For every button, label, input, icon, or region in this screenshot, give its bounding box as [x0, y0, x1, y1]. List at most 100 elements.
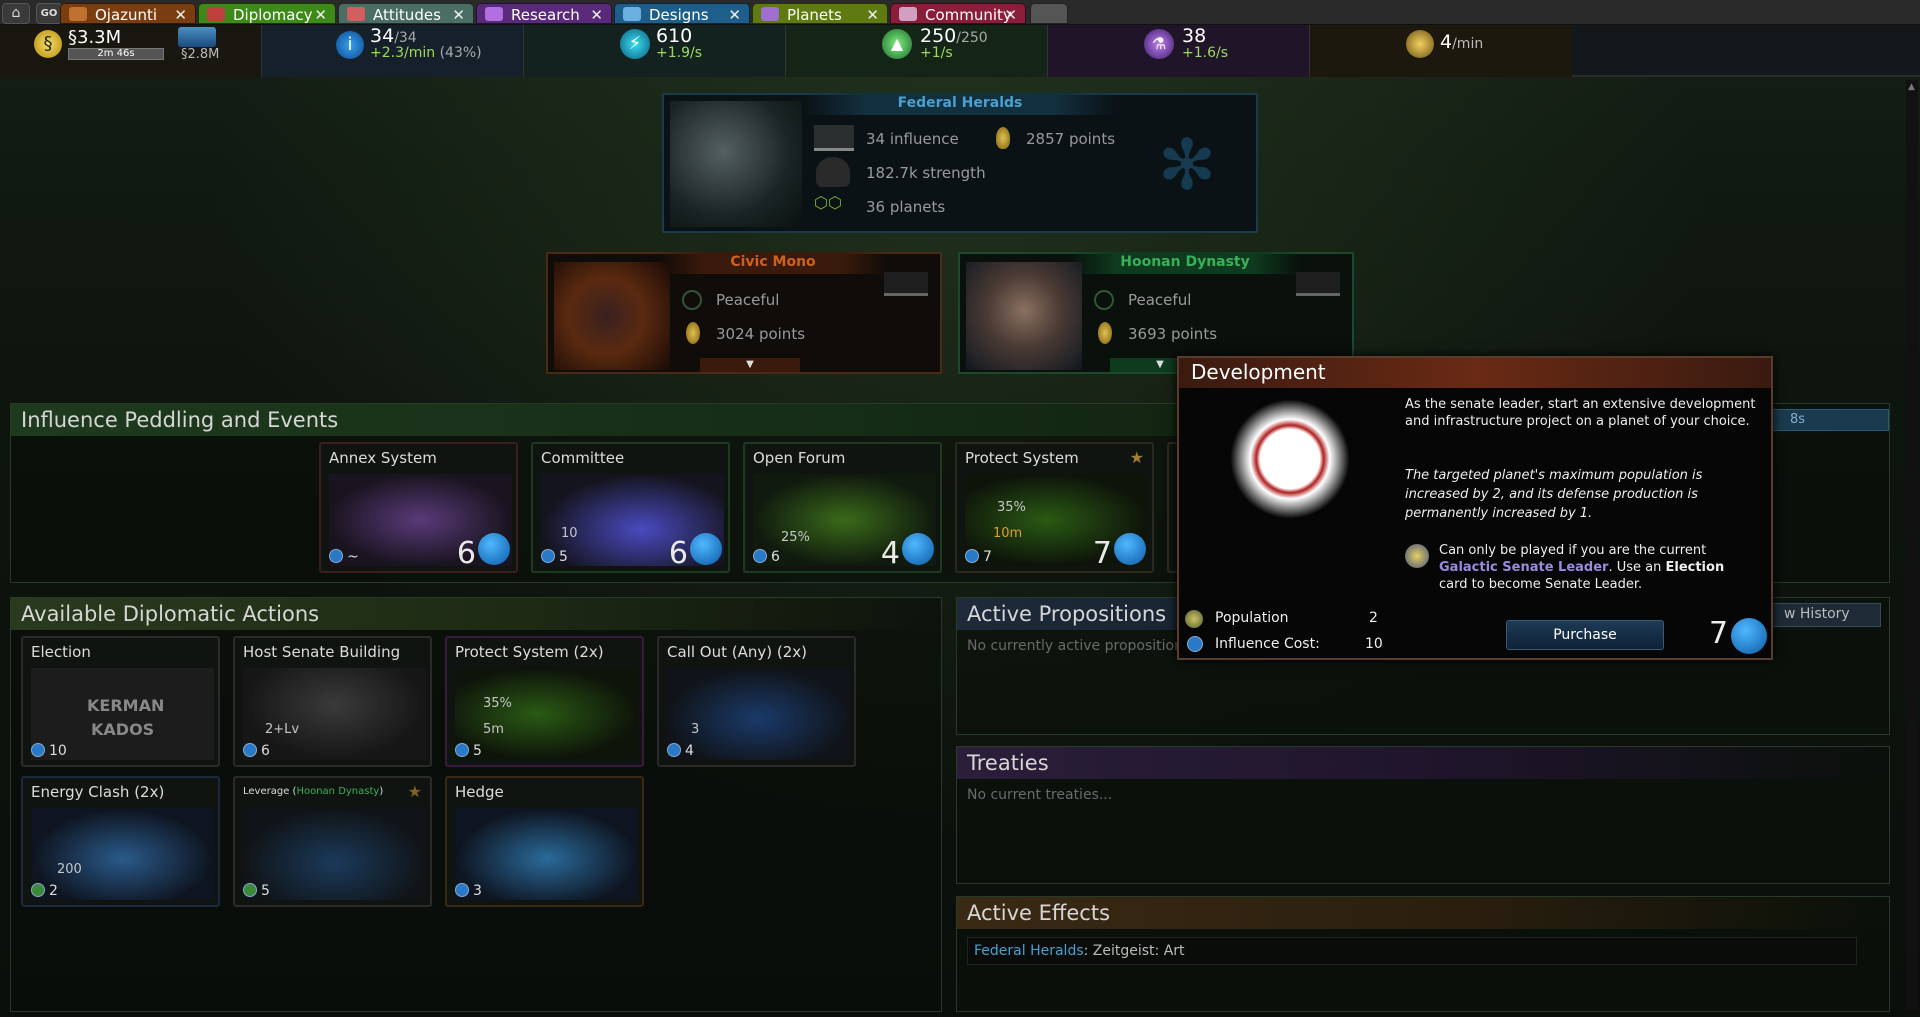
card-hedge[interactable]: Hedge 3: [445, 776, 644, 907]
tooltip-requirement: Can only be played if you are the curren…: [1439, 542, 1759, 593]
card-cost: ~: [347, 549, 359, 565]
card-open-forum[interactable]: Open Forum 25% 6 4: [743, 442, 942, 573]
req-post: card to become Senate Leader.: [1439, 577, 1643, 592]
tab-label: Planets: [787, 6, 842, 24]
tab-label: Ojazunti: [95, 6, 158, 24]
card-annex-system[interactable]: Annex System ~ 6: [319, 442, 518, 573]
close-icon[interactable]: ✕: [590, 6, 603, 23]
research-value: 38: [1182, 25, 1207, 47]
population-icon: [1185, 610, 1203, 628]
card-energy-clash[interactable]: Energy Clash (2x) 200 2: [21, 776, 220, 907]
card-title: Election: [31, 643, 91, 661]
purchase-button[interactable]: Purchase: [1506, 620, 1664, 650]
money-section[interactable]: § §3.3M 2m 46s §2.8M: [0, 25, 262, 77]
empire-flag-icon: ✻: [1157, 124, 1217, 206]
section-title: Available Diplomatic Actions: [11, 598, 941, 630]
card-tooltip-development: Development As the senate leader, start …: [1177, 356, 1773, 660]
research-section[interactable]: ⚗ 38 +1.6/s: [1048, 25, 1310, 77]
empire-card-federal-heralds[interactable]: Federal Heralds 34 influence 2857 points…: [662, 93, 1258, 233]
attitude-icon: [1094, 290, 1114, 310]
card-art: [243, 808, 426, 900]
play-card-button[interactable]: [902, 533, 934, 565]
page-scrollbar[interactable]: ▲: [1906, 80, 1918, 1010]
ftl-icon: ▲: [882, 29, 912, 59]
card-leverage[interactable]: Leverage (Hoonan Dynasty) ★ 5: [233, 776, 432, 907]
empire-card-civic-mono[interactable]: Civic Mono Peaceful 3024 points ▼: [546, 252, 942, 374]
influence-icon: [455, 743, 469, 757]
play-card-button[interactable]: [478, 533, 510, 565]
empty-treaties-text: No current treaties...: [967, 787, 1113, 803]
card-election[interactable]: Election KERMAN KADOS 10: [21, 636, 220, 767]
card-cost: 5: [261, 883, 270, 899]
energy-section[interactable]: ⚡ 610 +1.9/s: [524, 25, 786, 77]
card-call-out[interactable]: Call Out (Any) (2x) 3 4: [657, 636, 856, 767]
play-card-button[interactable]: [1114, 533, 1146, 565]
card-protect-system-2x[interactable]: Protect System (2x) 35% 5m 5: [445, 636, 644, 767]
card-host-senate-building[interactable]: Host Senate Building 2+Lv 6: [233, 636, 432, 767]
money-icon: §: [34, 30, 62, 58]
influence-section[interactable]: i 34/34 +2.3/min (43%): [262, 25, 524, 77]
empire-portrait: [670, 101, 802, 227]
go-button[interactable]: GO: [36, 3, 62, 24]
senate-leader-icon: [1405, 544, 1429, 568]
card-cost: 3: [473, 883, 482, 899]
card-protect-system[interactable]: Protect System ★ 35% 10m 7 7: [955, 442, 1154, 573]
req-leader: Galactic Senate Leader: [1439, 560, 1609, 575]
empire-strength: 182.7k strength: [866, 164, 986, 182]
card-art: [455, 668, 638, 760]
influence-icon: [329, 549, 343, 563]
ftl-max: /250: [956, 30, 988, 46]
research-icon: [485, 7, 503, 21]
close-icon[interactable]: ✕: [174, 6, 187, 23]
tab-diplomacy[interactable]: Diplomacy ✕: [198, 3, 336, 24]
close-icon[interactable]: ✕: [452, 6, 465, 23]
energy-value: 610: [656, 25, 693, 47]
card-stat: 35%: [997, 500, 1026, 515]
scroll-up-icon[interactable]: ▲: [1908, 82, 1915, 92]
tab-label: Research: [511, 6, 580, 24]
play-card-button[interactable]: [690, 533, 722, 565]
effect-row: Federal Heralds: Zeitgeist: Art: [967, 937, 1857, 965]
money-income: §2.8M: [181, 47, 220, 62]
tab-ojazunti[interactable]: Ojazunti ✕: [60, 3, 196, 24]
population-value: 2: [1369, 610, 1378, 626]
ftl-section[interactable]: ▲ 250/250 +1/s: [786, 25, 1048, 77]
points-medal-icon: [996, 127, 1010, 149]
card-stat: 200: [57, 862, 82, 877]
play-card-button[interactable]: [1731, 618, 1767, 654]
close-icon[interactable]: ✕: [866, 6, 879, 23]
empire-portrait: [554, 262, 670, 370]
budget-button[interactable]: [178, 27, 216, 47]
tab-community[interactable]: Community ✕: [890, 3, 1026, 24]
diplomatic-actions-panel: Available Diplomatic Actions Election KE…: [10, 597, 942, 1012]
empire-influence: 34 influence: [866, 130, 959, 148]
empire-points: 3024 points: [716, 325, 806, 343]
close-icon[interactable]: ✕: [728, 6, 741, 23]
empire-name: Civic Mono: [658, 252, 888, 274]
active-effects-panel: Active Effects Federal Heralds: Zeitgeis…: [956, 896, 1890, 1012]
designs-icon: [623, 7, 641, 21]
influence-max: /34: [394, 30, 417, 46]
new-tab-button[interactable]: [1030, 3, 1068, 24]
influence-icon: [243, 743, 257, 757]
card-uses: 4: [880, 536, 900, 571]
treaties-panel: Treaties No current treaties...: [956, 746, 1890, 884]
close-icon[interactable]: ✕: [314, 6, 327, 23]
population-label: Population: [1215, 610, 1289, 626]
card-art: [455, 808, 638, 900]
tab-attitudes[interactable]: Attitudes ✕: [338, 3, 474, 24]
expand-button[interactable]: ▼: [700, 358, 800, 372]
card-art: [243, 668, 426, 760]
tab-planets[interactable]: Planets ✕: [752, 3, 888, 24]
card-art: [31, 808, 214, 900]
close-icon[interactable]: ✕: [1004, 6, 1017, 23]
tab-research[interactable]: Research ✕: [476, 3, 612, 24]
tab-designs[interactable]: Designs ✕: [614, 3, 750, 24]
card-title: Protect System (2x): [455, 643, 604, 661]
effect-empire[interactable]: Federal Heralds: [974, 943, 1084, 959]
card-title: Leverage: [243, 786, 290, 797]
home-button[interactable]: ⌂: [2, 3, 30, 24]
defense-section[interactable]: 4/min: [1310, 25, 1572, 77]
card-committee[interactable]: Committee 10 5 6: [531, 442, 730, 573]
empire-points: 2857 points: [1026, 130, 1116, 148]
